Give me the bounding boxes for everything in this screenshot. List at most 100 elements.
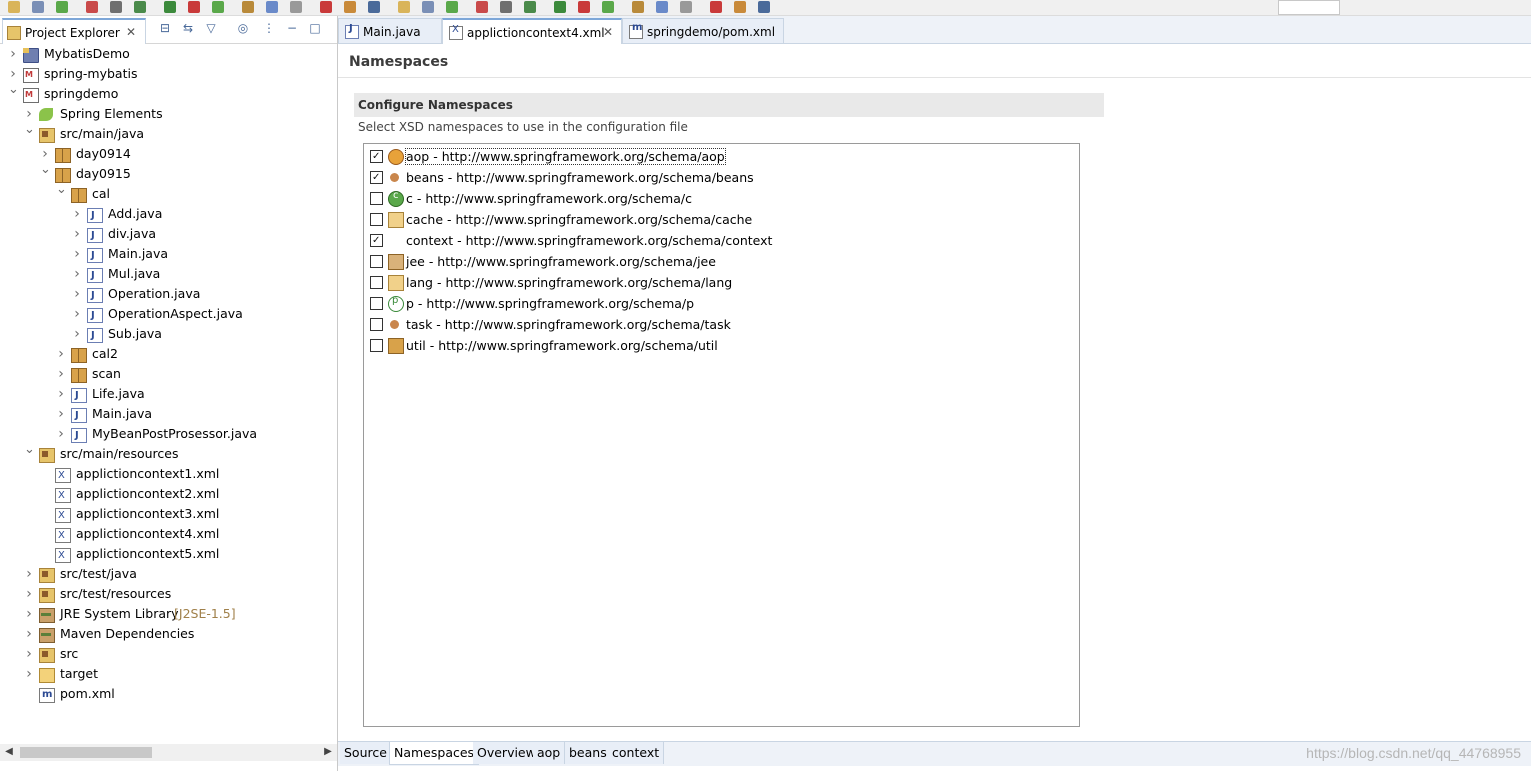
stop-icon[interactable] [188,1,200,13]
namespace-checkbox[interactable] [370,339,383,352]
scroll-left-icon[interactable]: ◀ [2,745,16,759]
browser-icon[interactable] [500,1,512,13]
chevron-right-icon[interactable]: › [24,644,34,664]
refresh-icon[interactable] [212,1,224,13]
namespace-item[interactable]: beans - http://www.springframework.org/s… [370,167,1070,187]
tree-item[interactable]: applictioncontext3.xml [0,504,330,526]
forward-icon[interactable] [602,1,614,13]
chevron-right-icon[interactable]: › [56,404,66,424]
tree-item[interactable]: › div.java [0,224,330,246]
namespace-item[interactable]: jee - http://www.springframework.org/sch… [370,251,1070,271]
task-icon[interactable] [554,1,566,13]
editor-tab[interactable]: springdemo/pom.xml [622,18,784,43]
tree-item[interactable]: › src/test/resources [0,584,330,604]
chevron-right-icon[interactable]: › [56,384,66,404]
tree-item[interactable]: applictioncontext1.xml [0,464,330,486]
prev-edit-icon[interactable] [656,1,668,13]
namespace-checkbox[interactable] [370,276,383,289]
scroll-right-icon[interactable]: ▶ [321,745,335,759]
minimize-icon[interactable]: − [285,21,299,35]
tree-item[interactable]: pom.xml [0,684,330,705]
page-tab-source[interactable]: Source [340,742,392,764]
chevron-right-icon[interactable]: › [72,244,82,264]
tree-item[interactable]: ›spring-mybatis [0,64,330,85]
save-all-icon[interactable] [56,1,68,13]
chevron-right-icon[interactable]: › [8,44,18,64]
tree-item[interactable]: › Spring Elements [0,104,330,124]
namespace-checkbox[interactable] [370,234,383,247]
external-tools-icon[interactable] [422,1,434,13]
focus-icon[interactable]: ◎ [236,21,250,35]
chevron-right-icon[interactable]: › [72,284,82,304]
chevron-right-icon[interactable]: › [72,264,82,284]
chevron-down-icon[interactable]: ⌄ [40,160,51,180]
view-menu-icon[interactable]: ⋮ [262,21,276,35]
settings-icon[interactable] [734,1,746,13]
namespace-item[interactable]: cache - http://www.springframework.org/s… [370,209,1070,229]
run-last-icon[interactable] [320,1,332,13]
open-resource-icon[interactable] [266,1,278,13]
tree-item[interactable]: › MyBeanPostProsessor.java [0,424,330,446]
page-tab-context[interactable]: context [608,742,665,764]
close-icon[interactable]: ✕ [126,25,136,39]
editor-tab[interactable]: applictioncontext4.xml✕ [442,18,622,45]
server-icon[interactable] [446,1,458,13]
back-icon[interactable] [578,1,590,13]
chevron-right-icon[interactable]: › [56,344,66,364]
tree-item[interactable]: › Life.java [0,384,330,406]
new-icon[interactable] [8,1,20,13]
debug-last-icon[interactable] [344,1,356,13]
chevron-right-icon[interactable]: › [72,224,82,244]
tree-item[interactable]: › Maven Dependencies [0,624,330,644]
tree-item[interactable]: applictioncontext5.xml [0,544,330,566]
horizontal-scrollbar[interactable]: ◀ ▶ [0,744,337,761]
build-icon[interactable] [290,1,302,13]
filter-icon[interactable]: ▽ [204,21,218,35]
page-tab-aop[interactable]: aop [533,742,566,764]
search-icon[interactable] [110,1,122,13]
page-tab-namespaces[interactable]: Namespaces [389,742,480,765]
profile-icon[interactable] [398,1,410,13]
grid-icon[interactable] [758,1,770,13]
chevron-right-icon[interactable]: › [72,204,82,224]
collapse-all-icon[interactable]: ⊟ [158,21,172,35]
run-icon[interactable] [164,1,176,13]
namespace-checkbox[interactable] [370,297,383,310]
tree-item[interactable]: › Sub.java [0,324,330,346]
tree-item[interactable]: › Main.java [0,404,330,426]
tree-item[interactable]: › src/test/java [0,564,330,584]
tree-item[interactable]: › src [0,644,330,664]
tree-item[interactable]: › Main.java [0,244,330,266]
tree-item[interactable]: applictioncontext2.xml [0,484,330,506]
toolbar-combo[interactable] [1278,0,1340,15]
chevron-down-icon[interactable]: ⌄ [24,120,35,140]
tree-item[interactable]: ⌄ springdemo [0,82,330,105]
chevron-right-icon[interactable]: › [24,624,34,644]
tree-item[interactable]: › cal2 [0,344,330,364]
tree-item[interactable]: ⌄ src/main/resources [0,442,330,464]
chevron-right-icon[interactable]: › [24,584,34,604]
tree-item[interactable]: ⌄ src/main/java [0,122,330,144]
namespace-item[interactable]: task - http://www.springframework.org/sc… [370,314,1070,334]
coverage-icon[interactable] [368,1,380,13]
configure-namespaces-section[interactable]: Configure Namespaces [354,93,1104,117]
tree-item[interactable]: › target [0,664,330,684]
editor-tab[interactable]: Main.java [338,18,442,43]
web-icon[interactable] [524,1,536,13]
namespace-checkbox[interactable] [370,171,383,184]
chevron-right-icon[interactable]: › [56,364,66,384]
tree-item[interactable]: › Mul.java [0,264,330,286]
page-tab-overview[interactable]: Overview [473,742,541,764]
tree-item[interactable]: › Add.java [0,204,330,226]
save-icon[interactable] [32,1,44,13]
namespace-item[interactable]: p - http://www.springframework.org/schem… [370,293,1070,313]
tree-item[interactable]: › OperationAspect.java [0,304,330,326]
chevron-down-icon[interactable]: ⌄ [8,80,19,100]
chevron-right-icon[interactable]: › [24,604,34,624]
namespace-item[interactable]: lang - http://www.springframework.org/sc… [370,272,1070,292]
namespace-item[interactable]: util - http://www.springframework.org/sc… [370,335,1070,355]
next-edit-icon[interactable] [680,1,692,13]
up-icon[interactable] [632,1,644,13]
namespace-item[interactable]: context - http://www.springframework.org… [370,230,1070,250]
namespace-item[interactable]: aop - http://www.springframework.org/sch… [370,146,1070,166]
